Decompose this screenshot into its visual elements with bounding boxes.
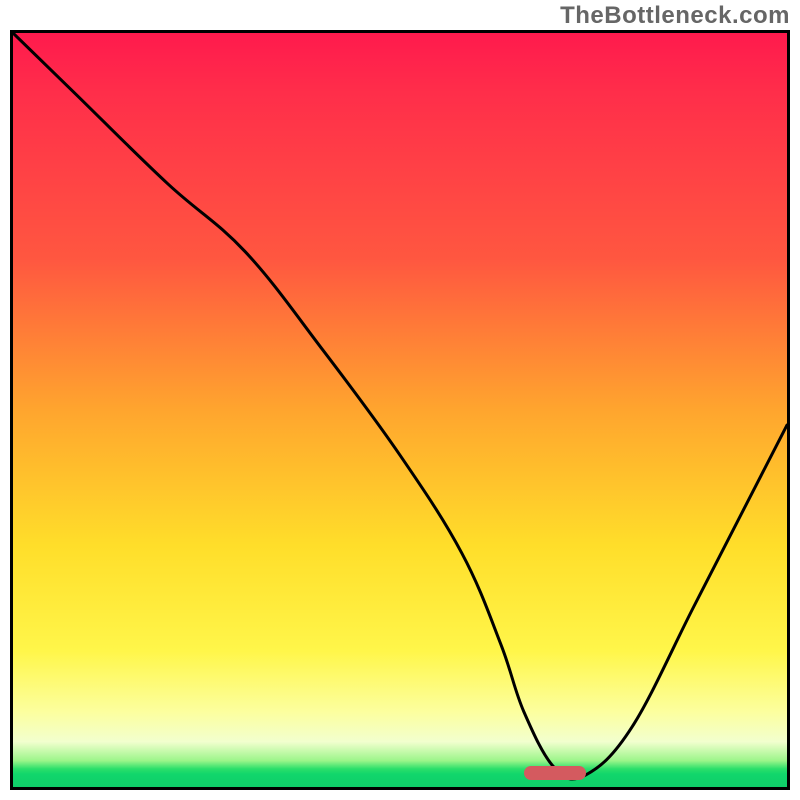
curve-svg xyxy=(13,33,787,787)
chart-stage: TheBottleneck.com xyxy=(0,0,800,800)
plot-frame xyxy=(10,30,790,790)
optimal-marker xyxy=(524,766,586,780)
watermark-text: TheBottleneck.com xyxy=(560,2,790,30)
curve-path xyxy=(13,33,787,779)
